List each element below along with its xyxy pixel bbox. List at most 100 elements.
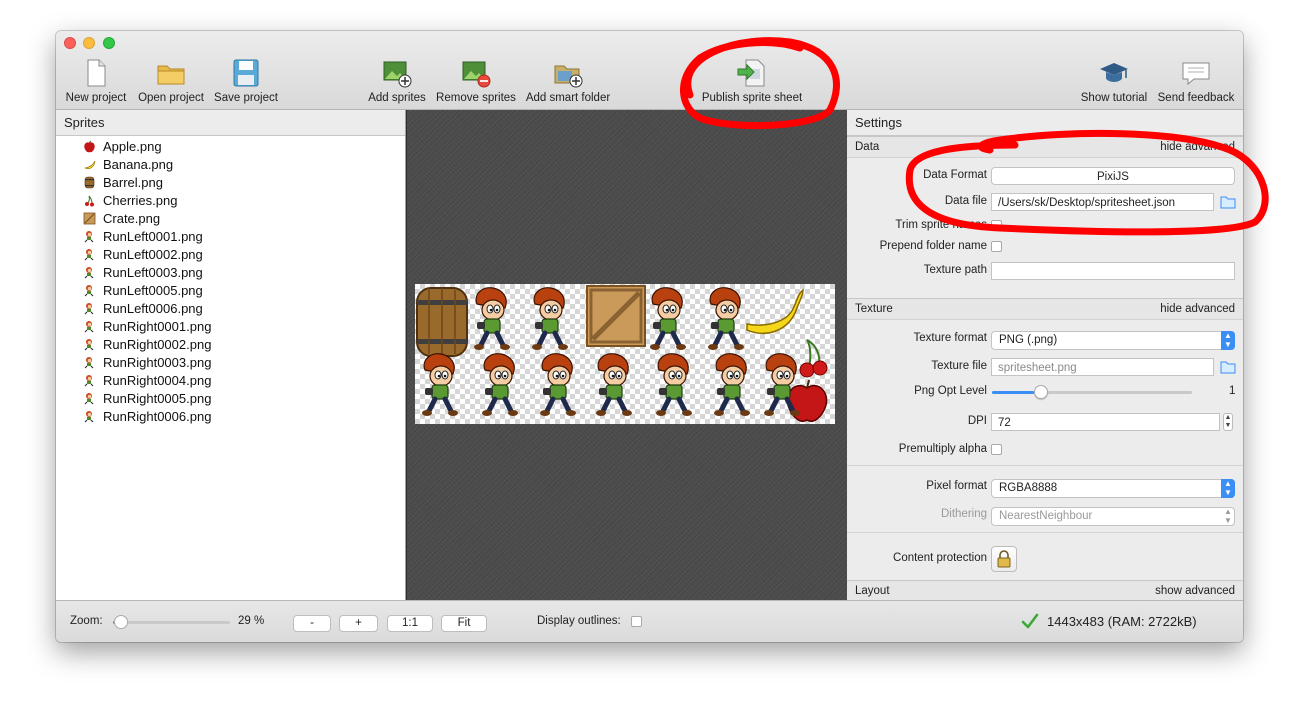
trim-sprite-names-checkbox[interactable] (991, 220, 1002, 231)
browse-folder-icon[interactable] (1220, 360, 1236, 374)
texture-format-value: PNG (.png) (999, 334, 1058, 346)
layout-show-advanced-link[interactable]: show advanced (1155, 581, 1235, 600)
prepend-folder-name-checkbox[interactable] (991, 241, 1002, 252)
sprite-list-item[interactable]: RunRight0001.png (56, 318, 405, 336)
sprite-list-item[interactable]: RunRight0006.png (56, 408, 405, 426)
premultiply-alpha-checkbox[interactable] (991, 444, 1002, 455)
character-icon (83, 374, 96, 387)
sprite-list-item-label: RunLeft0006.png (103, 301, 203, 316)
data-hide-advanced-link[interactable]: hide advanced (1160, 137, 1235, 157)
barrel-sprite (416, 287, 468, 357)
dithering-value: NearestNeighbour (999, 510, 1093, 522)
barrel-icon (83, 176, 96, 189)
sprite-sheet-preview[interactable] (406, 110, 848, 600)
select-arrows-icon: ▲ ▼ (1221, 479, 1235, 498)
texture-file-field[interactable]: spritesheet.png (991, 358, 1214, 376)
zoom-1to1-button[interactable]: 1:1 (387, 615, 433, 632)
character-sprite (482, 353, 518, 416)
data-file-label: Data file (944, 195, 987, 207)
sprite-list-item[interactable]: Banana.png (56, 156, 405, 174)
open-project-button[interactable]: Open project (134, 57, 208, 107)
sprite-list-item[interactable]: RunRight0002.png (56, 336, 405, 354)
sprite-list: Apple.png Banana.png Barrel.png Cherries.pn… (56, 136, 405, 426)
save-project-button[interactable]: Save project (211, 57, 281, 107)
dpi-label: DPI (967, 415, 987, 427)
display-outlines-label: Display outlines: (537, 615, 621, 627)
close-window-button[interactable] (64, 37, 76, 49)
png-opt-level-fill (992, 391, 1035, 394)
character-sprite (422, 353, 458, 416)
new-project-button[interactable]: New project (62, 57, 130, 107)
sprite-list-item-label: Banana.png (103, 157, 174, 172)
sprite-list-item[interactable]: RunLeft0001.png (56, 228, 405, 246)
sprite-list-item[interactable]: Crate.png (56, 210, 405, 228)
zoom-slider[interactable] (113, 615, 230, 629)
texture-path-field[interactable] (991, 262, 1235, 280)
publish-sprite-sheet-button[interactable]: Publish sprite sheet (698, 57, 806, 107)
sprite-list-item[interactable]: RunRight0003.png (56, 354, 405, 372)
sprite-list-item[interactable]: Barrel.png (56, 174, 405, 192)
texture-format-select[interactable]: PNG (.png) ▲ ▼ (991, 331, 1235, 350)
maximize-window-button[interactable] (103, 37, 115, 49)
sprite-list-item-label: Barrel.png (103, 175, 163, 190)
character-sprite (540, 353, 576, 416)
zoom-fit-button[interactable]: Fit (441, 615, 487, 632)
lock-icon (997, 550, 1011, 568)
character-icon (83, 266, 96, 279)
character-sprite (650, 287, 686, 350)
texture-section-title: Texture (855, 303, 893, 315)
display-outlines-checkbox[interactable] (631, 616, 642, 627)
data-file-field[interactable]: /Users/sk/Desktop/spritesheet.json (991, 193, 1214, 211)
check-icon (1021, 613, 1039, 629)
sprite-list-item[interactable]: RunLeft0005.png (56, 282, 405, 300)
sprite-list-item-label: RunRight0005.png (103, 391, 212, 406)
premultiply-alpha-label: Premultiply alpha (898, 443, 987, 455)
character-sprite (714, 353, 750, 416)
sprite-list-item-label: RunLeft0005.png (103, 283, 203, 298)
character-icon (83, 248, 96, 261)
sprite-list-item[interactable]: RunRight0004.png (56, 372, 405, 390)
remove-sprites-button[interactable]: Remove sprites (434, 57, 518, 107)
send-feedback-button[interactable]: Send feedback (1154, 57, 1238, 107)
settings-panel: Settings Data hide advanced Data Format … (847, 110, 1243, 600)
content-protection-button[interactable] (991, 546, 1017, 572)
character-sprite (596, 353, 632, 416)
png-opt-level-knob[interactable] (1034, 385, 1049, 399)
zoom-slider-knob[interactable] (114, 615, 129, 629)
browse-folder-icon[interactable] (1220, 195, 1236, 209)
add-smart-folder-button[interactable]: Add smart folder (522, 57, 614, 107)
divider (847, 532, 1243, 533)
texture-hide-advanced-link[interactable]: hide advanced (1160, 299, 1235, 319)
character-icon (83, 410, 96, 423)
texture-file-label: Texture file (931, 360, 987, 372)
add-sprites-button[interactable]: Add sprites (365, 57, 429, 107)
sprite-list-item-label: Crate.png (103, 211, 161, 226)
png-opt-level-slider[interactable] (992, 385, 1192, 399)
crate-sprite (586, 285, 646, 347)
sprite-list-item[interactable]: Apple.png (56, 138, 405, 156)
minimize-window-button[interactable] (83, 37, 95, 49)
sprite-list-item[interactable]: RunLeft0003.png (56, 264, 405, 282)
sprite-list-item-label: Apple.png (103, 139, 162, 154)
show-tutorial-button[interactable]: Show tutorial (1078, 57, 1150, 107)
dpi-stepper[interactable]: ▲ ▼ (1223, 413, 1233, 431)
sprites-panel: Sprites Apple.png Banana.png Barrel.png Che… (56, 110, 406, 600)
dpi-field[interactable]: 72 (991, 413, 1220, 431)
banana-icon (83, 158, 96, 171)
remove-image-icon (462, 61, 491, 88)
dithering-label: Dithering (940, 508, 987, 520)
pixel-format-select[interactable]: RGBA8888 ▲ ▼ (991, 479, 1235, 498)
character-icon (83, 284, 96, 297)
zoom-in-button[interactable]: + (339, 615, 378, 632)
texture-section-header: Texture hide advanced (847, 298, 1243, 320)
zoom-out-button[interactable]: - (293, 615, 331, 632)
cherries-icon (83, 194, 96, 207)
sprite-list-item[interactable]: RunLeft0002.png (56, 246, 405, 264)
sprite-list-item[interactable]: RunRight0005.png (56, 390, 405, 408)
sprite-list-item[interactable]: Cherries.png (56, 192, 405, 210)
sprite-list-item[interactable]: RunLeft0006.png (56, 300, 405, 318)
folder-open-icon (157, 65, 185, 85)
data-format-label: Data Format (923, 169, 987, 181)
banana-sprite (746, 288, 804, 334)
data-format-button[interactable]: PixiJS (991, 167, 1235, 185)
